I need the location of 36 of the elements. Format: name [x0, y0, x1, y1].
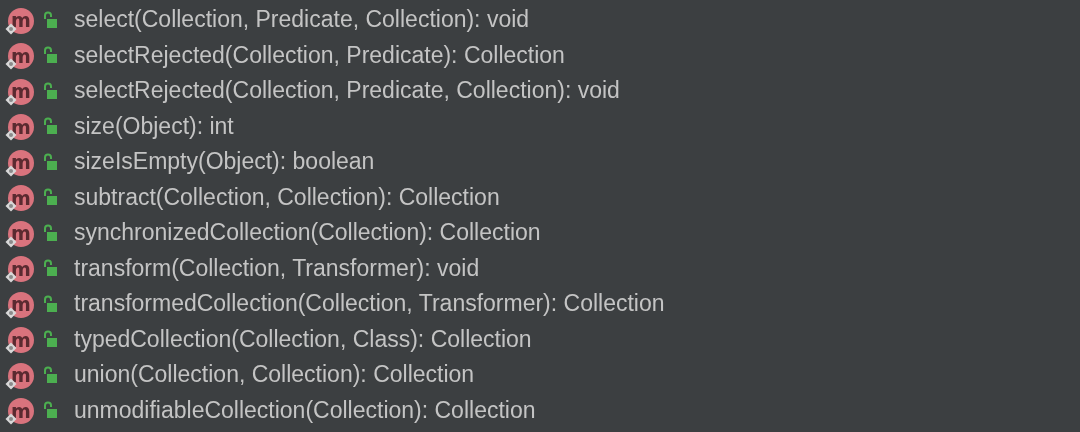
- open-padlock-icon: [42, 294, 58, 313]
- method-icon: m: [8, 327, 34, 354]
- open-padlock-icon: [42, 223, 58, 242]
- open-padlock-icon: [42, 401, 58, 420]
- method-icon: m: [8, 185, 34, 212]
- open-padlock-icon: [42, 330, 58, 349]
- method-signature[interactable]: transform(Collection, Transformer): void: [74, 254, 480, 282]
- open-padlock-icon: [42, 259, 58, 278]
- method-signature[interactable]: sizeIsEmpty(Object): boolean: [74, 148, 375, 176]
- method-icon: m: [8, 362, 34, 389]
- method-icon: m: [8, 220, 34, 247]
- method-signature[interactable]: selectRejected(Collection, Predicate): Collection: [74, 41, 565, 69]
- method-icon: m: [8, 149, 34, 176]
- method-icon: m: [8, 7, 34, 34]
- open-padlock-icon: [42, 10, 58, 29]
- open-padlock-icon: [42, 117, 58, 136]
- open-padlock-icon: [42, 46, 58, 65]
- method-signature[interactable]: unmodifiableCollection(Collection): Collection: [74, 396, 536, 424]
- method-signature[interactable]: union(Collection, Collection): Collection: [74, 361, 475, 389]
- method-signature[interactable]: synchronizedCollection(Collection): Collection: [74, 219, 541, 247]
- method-icon: m: [8, 256, 34, 283]
- open-padlock-icon: [42, 81, 58, 100]
- method-signature[interactable]: transformedCollection(Collection, Transformer): Collection: [74, 290, 665, 318]
- method-signature[interactable]: selectRejected(Collection, Predicate, Collection): void: [74, 77, 620, 105]
- method-signature[interactable]: typedCollection(Collection, Class): Collection: [74, 325, 532, 353]
- open-padlock-icon: [42, 188, 58, 207]
- method-icon: m: [8, 78, 34, 105]
- method-icon: m: [8, 291, 34, 318]
- method-icon: m: [8, 114, 34, 141]
- method-signature[interactable]: subtract(Collection, Collection): Collection: [74, 183, 500, 211]
- open-padlock-icon: [42, 365, 58, 384]
- method-signature[interactable]: size(Object): int: [74, 112, 234, 140]
- method-signature[interactable]: select(Collection, Predicate, Collection): void: [74, 6, 530, 34]
- method-icon: m: [8, 398, 34, 425]
- method-icon: m: [8, 43, 34, 70]
- open-padlock-icon: [42, 152, 58, 171]
